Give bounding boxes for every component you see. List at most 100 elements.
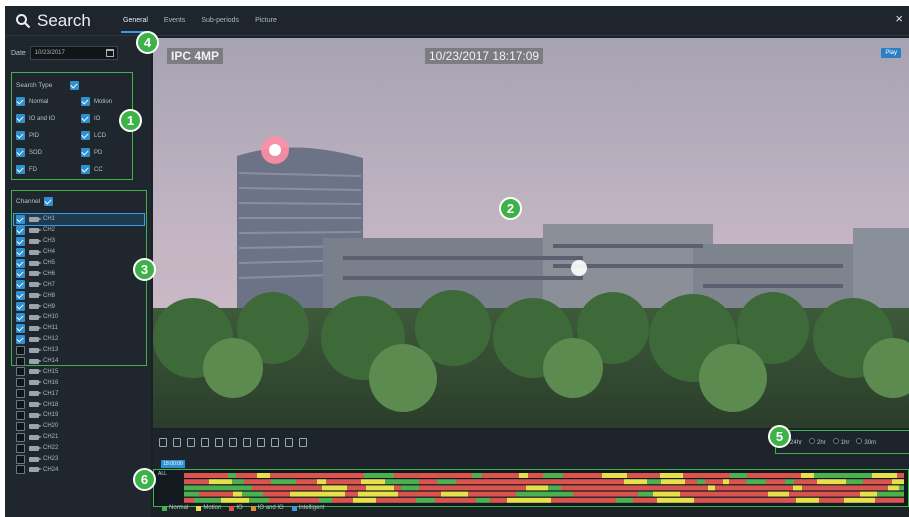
timeline-segment[interactable] [263, 491, 276, 497]
timeline-segment[interactable] [768, 491, 789, 497]
timeline-segment[interactable] [813, 491, 830, 497]
search-type-checkbox[interactable] [16, 131, 25, 140]
timeline-segment[interactable] [408, 479, 419, 485]
timeline-segment[interactable] [391, 497, 398, 503]
timeline-segment[interactable] [777, 485, 793, 491]
timeline-segment[interactable] [317, 479, 326, 485]
search-type-checkbox[interactable] [81, 97, 90, 106]
timeline-segment[interactable] [472, 473, 482, 478]
timeline-segment[interactable] [863, 485, 888, 491]
pause-icon[interactable] [215, 438, 223, 447]
timeline-segment[interactable] [367, 491, 398, 497]
timeline-segment[interactable] [581, 473, 602, 478]
search-type-all-checkbox[interactable] [70, 81, 80, 90]
rewind-icon[interactable] [173, 438, 181, 447]
timeline-segment[interactable] [244, 479, 250, 485]
timeline-segment[interactable] [221, 497, 249, 503]
channel-item[interactable]: CH19 [14, 410, 144, 421]
timeline-segment[interactable] [184, 491, 199, 497]
timeline-segment[interactable] [636, 473, 653, 478]
timeline-segment[interactable] [697, 479, 705, 485]
timeline-segment[interactable] [660, 473, 683, 478]
timeline-segment[interactable] [727, 497, 743, 503]
timeline-segment[interactable] [638, 491, 653, 497]
timeline-segment[interactable] [483, 479, 501, 485]
timeline-segment[interactable] [507, 497, 536, 503]
search-type-checkbox[interactable] [16, 97, 25, 106]
channel-item[interactable]: CH10 [14, 312, 144, 323]
timeline-segment[interactable] [794, 479, 817, 485]
timeline-segment[interactable] [817, 479, 846, 485]
channel-checkbox[interactable] [16, 302, 25, 312]
timeline-segment[interactable] [713, 473, 730, 478]
timeline-segment[interactable] [846, 479, 863, 485]
timeline-segment[interactable] [487, 491, 508, 497]
search-type-item[interactable]: LCD [81, 131, 131, 140]
timeline-segment[interactable] [443, 497, 451, 503]
search-type-checkbox[interactable] [16, 148, 25, 157]
timeline-segment[interactable] [749, 497, 773, 503]
timeline-segment[interactable] [532, 479, 558, 485]
timeline-segment[interactable] [627, 473, 636, 478]
timeline-segment[interactable] [441, 491, 468, 497]
timeline-segment[interactable] [394, 485, 401, 491]
timeline-segment[interactable] [232, 479, 244, 485]
tab-events[interactable]: Events [156, 6, 193, 36]
channel-all-checkbox[interactable] [44, 197, 54, 206]
channel-item[interactable]: CH22 [14, 443, 144, 454]
timeline-segment[interactable] [184, 473, 202, 478]
timeline-segment[interactable] [456, 479, 483, 485]
timeline-segment[interactable] [683, 497, 694, 503]
search-type-checkbox[interactable] [16, 165, 25, 174]
timeline-segment[interactable] [334, 473, 354, 478]
close-icon[interactable]: × [895, 11, 903, 26]
timeline-segment[interactable] [300, 485, 322, 491]
channel-checkbox[interactable] [16, 378, 25, 388]
timeline-segment[interactable] [194, 497, 221, 503]
timeline-segment[interactable] [449, 473, 472, 478]
channel-checkbox[interactable] [16, 400, 25, 410]
channel-checkbox[interactable] [16, 334, 25, 344]
timeline-segment[interactable] [653, 491, 680, 497]
timeline-segment[interactable] [543, 473, 551, 478]
channel-item[interactable]: CH12 [14, 334, 144, 345]
timeline-segment[interactable] [558, 479, 568, 485]
timeline-segment[interactable] [347, 485, 366, 491]
channel-checkbox[interactable] [16, 454, 25, 464]
timeline-segment[interactable] [297, 497, 319, 503]
channel-checkbox[interactable] [16, 389, 25, 399]
channel-item[interactable]: CH5 [14, 258, 144, 269]
timeline-segment[interactable] [332, 497, 353, 503]
timeline-segment[interactable] [785, 479, 794, 485]
timeline-segment[interactable] [355, 479, 361, 485]
timeline-segment[interactable] [830, 485, 849, 491]
timeline-segment[interactable] [849, 485, 863, 491]
timeline-segment[interactable] [633, 497, 641, 503]
timeline-segment[interactable] [793, 485, 802, 491]
timeline-segment[interactable] [528, 473, 543, 478]
timeline-segment[interactable] [468, 491, 487, 497]
timeline-segment[interactable] [519, 473, 528, 478]
timeline-segment[interactable] [184, 485, 210, 491]
timeline-segment[interactable] [435, 497, 443, 503]
timeline-segment[interactable] [647, 479, 661, 485]
timeline-segment[interactable] [660, 485, 678, 491]
timeline-segment[interactable] [209, 479, 232, 485]
timeline-segment[interactable] [482, 473, 499, 478]
timeline-segment[interactable] [766, 479, 785, 485]
timeline-segment[interactable] [319, 491, 345, 497]
timeline-segment[interactable] [630, 479, 647, 485]
timeline-segment[interactable] [872, 473, 897, 478]
timeline-segment[interactable] [551, 497, 569, 503]
search-type-item[interactable]: IO and IO [16, 114, 81, 123]
channel-item[interactable]: CH11 [14, 323, 144, 334]
timeline-segment[interactable] [326, 479, 355, 485]
timeline-segment[interactable] [844, 497, 875, 503]
timeline-segment[interactable] [460, 497, 468, 503]
timeline-segment[interactable] [561, 485, 582, 491]
timeline-segment[interactable] [382, 497, 391, 503]
channel-checkbox[interactable] [16, 421, 25, 431]
channel-checkbox[interactable] [16, 443, 25, 453]
channel-item[interactable]: CH4 [14, 247, 144, 258]
timeline-segment[interactable] [609, 485, 623, 491]
